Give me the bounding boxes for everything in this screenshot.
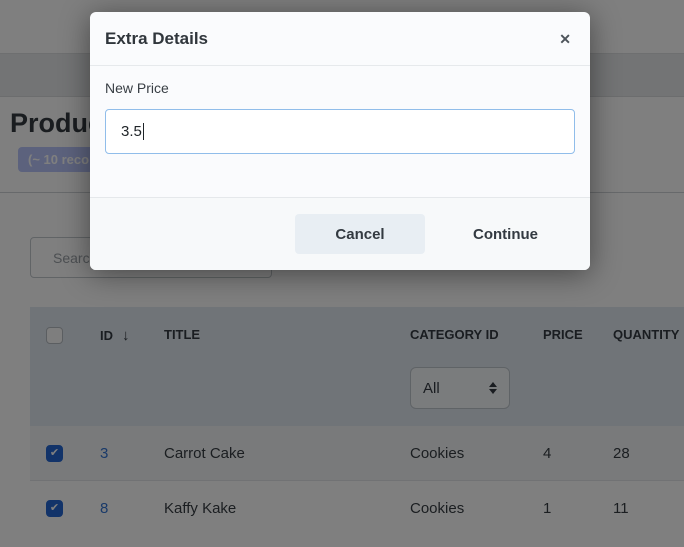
modal-title: Extra Details [105, 29, 208, 49]
close-icon[interactable]: ✕ [555, 28, 575, 50]
products-page: Products (~ 10 records) ID ↓ TITLE CATEG… [0, 0, 684, 547]
cancel-button[interactable]: Cancel [295, 214, 425, 254]
continue-button[interactable]: Continue [469, 218, 542, 251]
new-price-value: 3.5 [121, 123, 142, 140]
new-price-label: New Price [105, 80, 575, 96]
extra-details-modal: Extra Details ✕ New Price 3.5 Cancel Con… [90, 12, 590, 270]
modal-body: New Price 3.5 [90, 66, 590, 197]
new-price-input[interactable]: 3.5 [105, 109, 575, 154]
text-cursor [143, 123, 144, 140]
modal-header: Extra Details ✕ [90, 12, 590, 66]
modal-footer: Cancel Continue [90, 197, 590, 270]
